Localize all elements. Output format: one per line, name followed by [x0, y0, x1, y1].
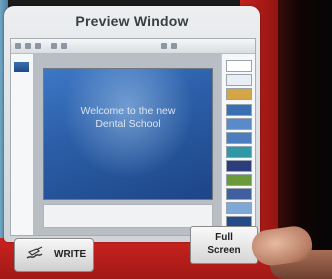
- design-thumbnail: [226, 88, 252, 100]
- design-thumbnail: [226, 202, 252, 214]
- toolbar-button-icon: [61, 43, 67, 49]
- toolbar-button-icon: [35, 43, 41, 49]
- design-thumbnail: [226, 160, 252, 172]
- slide-title-line-2: Dental School: [95, 118, 161, 130]
- design-thumbnail: [226, 74, 252, 86]
- toolbar-button-icon: [15, 43, 21, 49]
- current-slide: Welcome to the new Dental School: [43, 68, 213, 200]
- full-screen-label-line-2: Screen: [207, 245, 241, 256]
- design-thumbnail: [226, 146, 252, 158]
- toolbar-button-icon: [171, 43, 177, 49]
- full-screen-button[interactable]: Full Screen: [190, 226, 258, 264]
- speaker-notes-pane: [43, 204, 213, 228]
- design-thumbnail: [226, 132, 252, 144]
- slide-thumbnail-pane: [11, 54, 34, 235]
- toolbar-button-icon: [161, 43, 167, 49]
- slide-editing-area: Welcome to the new Dental School: [33, 54, 221, 235]
- slide-title-line-1: Welcome to the new: [80, 105, 176, 117]
- hand-pen-icon: [26, 246, 43, 259]
- design-thumbnail: [226, 118, 252, 130]
- write-button-label: WRITE: [54, 249, 87, 260]
- design-thumbnail: [226, 60, 252, 72]
- app-toolbar: [11, 39, 255, 54]
- preview-window: Preview Window Welcome to the new Dental…: [4, 6, 260, 242]
- toolbar-button-icon: [51, 43, 57, 49]
- slide-design-pane: [221, 54, 255, 235]
- slide-thumbnail: [14, 62, 29, 72]
- preview-window-title: Preview Window: [75, 13, 189, 29]
- slide-title-text: Welcome to the new Dental School: [44, 105, 212, 131]
- presentation-preview[interactable]: Welcome to the new Dental School: [10, 38, 256, 236]
- design-thumbnail: [226, 174, 252, 186]
- write-button[interactable]: WRITE: [14, 238, 94, 272]
- design-thumbnail: [226, 188, 252, 200]
- toolbar-button-icon: [25, 43, 31, 49]
- full-screen-label-line-1: Full: [215, 232, 233, 243]
- design-thumbnail: [226, 104, 252, 116]
